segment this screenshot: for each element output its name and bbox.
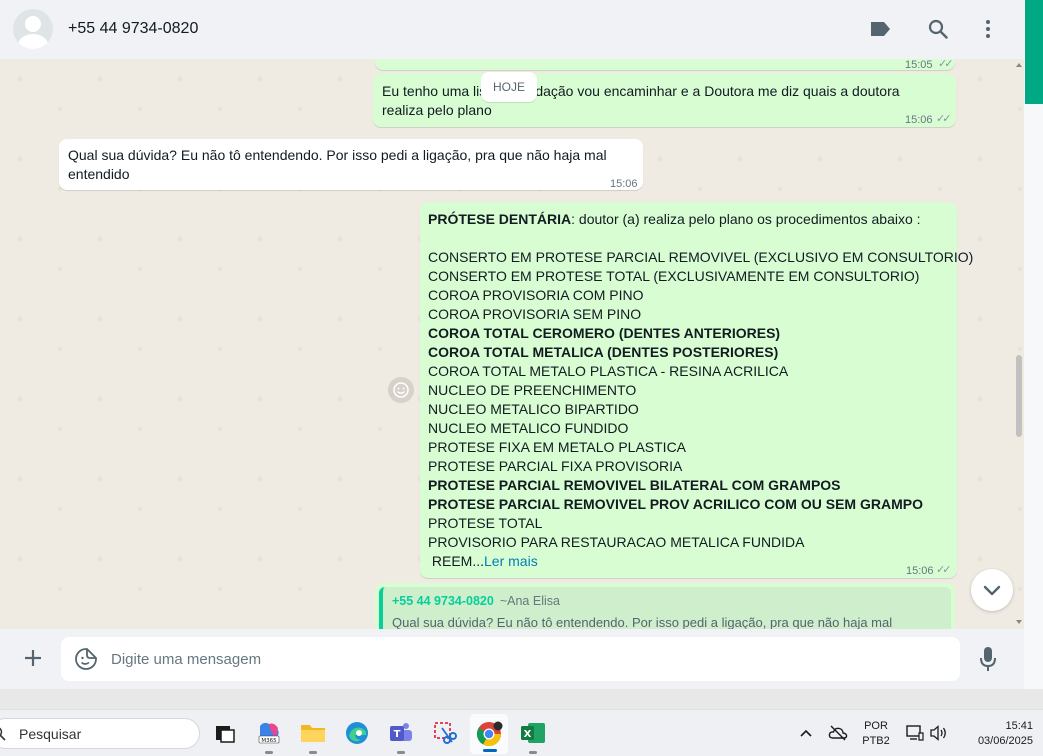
message-text: Eu tenho uma lista atualidação vou encam… [382, 83, 900, 99]
message-composer [0, 629, 1024, 689]
chat-area[interactable]: 15:05 ✓✓ Eu tenho uma lista atualidação … [0, 59, 1024, 629]
chat-scrollbar[interactable] [1013, 59, 1024, 629]
avatar[interactable] [13, 9, 53, 49]
message-time: 15:06 [905, 114, 933, 126]
procedure-line: COROA TOTAL CEROMERO (DENTES ANTERIORES) [428, 325, 781, 341]
procedure-line: COROA TOTAL METALICA (DENTES POSTERIORES… [428, 344, 779, 360]
plus-icon [25, 650, 41, 666]
read-ticks-icon: ✓✓ [936, 113, 952, 125]
procedure-line: NUCLEO DE PREENCHIMENTO [428, 382, 637, 398]
clock-date: 03/06/2025 [977, 735, 1033, 747]
quote-author: +55 44 9734-0820 [392, 594, 494, 608]
chrome-icon[interactable] [470, 714, 508, 754]
procedure-line: NUCLEO METALICO FUNDIDO [428, 420, 629, 436]
message-bubble-outgoing[interactable]: Eu tenho uma lista atualidação vou encam… [373, 73, 956, 127]
procedure-line: PROTESE PARCIAL REMOVIVEL PROV ACRILICO … [428, 496, 923, 512]
search-icon[interactable] [925, 16, 951, 42]
message-text: entendido [68, 166, 130, 182]
clock-time: 15:41 [1005, 720, 1033, 732]
taskbar-search-label: Pesquisar [19, 726, 82, 742]
microphone-icon [980, 647, 996, 671]
chevron-down-icon [983, 585, 1001, 595]
side-panel-edge [1024, 0, 1043, 689]
tray-overflow-chevron-icon[interactable] [791, 718, 821, 748]
attach-button[interactable] [20, 645, 46, 671]
onedrive-offline-icon[interactable] [823, 718, 853, 748]
message-bubble-reply[interactable]: +55 44 9734-0820 ~Ana Elisa Qual sua dúvi… [375, 583, 955, 629]
excel-icon[interactable]: X [518, 718, 548, 754]
procedure-list: CONSERTO EM PROTESE PARCIAL REMOVIVEL (E… [428, 248, 973, 552]
voice-message-button[interactable] [976, 645, 1000, 673]
taskbar-search[interactable]: Pesquisar [0, 718, 200, 749]
message-input[interactable] [111, 637, 941, 681]
message-bubble-outgoing[interactable]: PRÓTESE DENTÁRIA: doutor (a) realiza pel… [420, 202, 973, 578]
emoji-reaction-button[interactable] [388, 377, 414, 403]
edge-icon[interactable] [342, 718, 372, 748]
read-ticks-icon: ✓✓ [936, 564, 952, 576]
svg-text:T: T [394, 729, 401, 740]
message-heading: PRÓTESE DENTÁRIA: doutor (a) realiza pel… [428, 211, 921, 227]
sticker-icon[interactable] [74, 647, 98, 671]
procedure-line: PROTESE TOTAL [428, 515, 543, 531]
read-ticks-icon: ✓✓ [938, 59, 954, 70]
svg-text:X: X [524, 729, 532, 740]
window-bottom-edge [0, 689, 1043, 709]
procedure-line: PROTESE PARCIAL FIXA PROVISORIA [428, 458, 683, 474]
scrollbar-thumb[interactable] [1016, 355, 1022, 437]
clock[interactable]: 15:41 03/06/2025 [955, 719, 1033, 749]
procedure-line: COROA PROVISORIA COM PINO [428, 287, 644, 303]
file-explorer-icon[interactable] [298, 718, 328, 754]
message-box [61, 637, 960, 681]
truncated-line: REEM...Ler mais [428, 553, 538, 569]
svg-text:M365: M365 [261, 738, 277, 744]
procedure-line: CONSERTO EM PROTESE TOTAL (EXCLUSIVAMENT… [428, 268, 920, 284]
scroll-to-bottom-button[interactable] [971, 569, 1013, 611]
procedure-line: COROA PROVISORIA SEM PINO [428, 306, 642, 322]
procedure-line: NUCLEO METALICO BIPARTIDO [428, 401, 639, 417]
read-more-link[interactable]: Ler mais [484, 553, 538, 569]
quoted-message[interactable]: +55 44 9734-0820 ~Ana Elisa Qual sua dúvi… [379, 587, 951, 629]
procedure-line: COROA TOTAL METALO PLASTICA - RESINA ACR… [428, 363, 789, 379]
volume-icon[interactable] [924, 718, 954, 748]
message-bubble-incoming[interactable]: Qual sua dúvida? Eu não tô entendendo. P… [59, 139, 643, 190]
microsoft-365-icon[interactable]: M365 [254, 718, 284, 754]
procedure-line: CONSERTO EM PROTESE PARCIAL REMOVIVEL (E… [428, 249, 974, 265]
message-bubble-partial[interactable]: 15:05 ✓✓ [375, 59, 955, 71]
menu-icon[interactable] [975, 16, 1001, 42]
label-icon[interactable] [867, 16, 893, 42]
date-chip: HOJE [481, 72, 538, 102]
message-text: Qual sua dúvida? Eu não tô entendendo. P… [68, 147, 607, 163]
chat-header: +55 44 9734-0820 [0, 0, 1024, 59]
teams-icon[interactable]: T [386, 718, 416, 754]
quote-text: Qual sua dúvida? Eu não tô entendendo. P… [392, 615, 893, 629]
snipping-tool-icon[interactable] [430, 718, 460, 748]
contact-name[interactable]: +55 44 9734-0820 [68, 20, 198, 38]
search-icon [0, 727, 6, 741]
procedure-line: PROTESE FIXA EM METALO PLASTICA [428, 439, 687, 455]
windows-taskbar: Pesquisar M365 T X POR PTB2 15:41 03/06/… [0, 709, 1043, 756]
task-view-icon[interactable] [210, 718, 240, 748]
input-language[interactable]: POR PTB2 [858, 719, 894, 749]
procedure-line: PROVISORIO PARA RESTAURACAO METALICA FUN… [428, 534, 805, 550]
message-time: 15:06 [906, 565, 934, 577]
procedure-line: PROTESE PARCIAL REMOVIVEL BILATERAL COM … [428, 477, 841, 493]
quote-handle: ~Ana Elisa [499, 594, 560, 608]
message-text: realiza pelo plano [382, 102, 492, 118]
message-time: 15:06 [610, 178, 638, 190]
